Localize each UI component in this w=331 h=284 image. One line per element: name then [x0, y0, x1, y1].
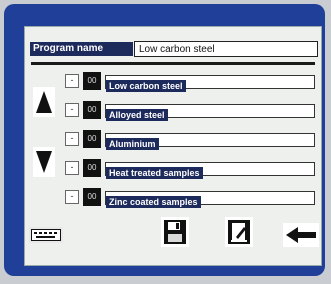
edit-sheet-icon [228, 220, 250, 244]
row-number: 00 [83, 159, 101, 177]
row-label-field[interactable]: Low carbon steel [105, 75, 315, 92]
save-button[interactable] [161, 217, 189, 247]
arrow-up-icon [36, 91, 52, 113]
row-number: 00 [83, 72, 101, 90]
scroll-down-button[interactable] [33, 147, 55, 177]
row-select-box[interactable]: - [65, 161, 79, 175]
row-label-field[interactable]: Aluminium [105, 133, 315, 150]
row-label: Alloyed steel [106, 109, 168, 121]
row-label: Aluminium [106, 138, 159, 150]
program-row[interactable]: - 00 Low carbon steel [65, 71, 317, 93]
program-row[interactable]: - 00 Alloyed steel [65, 100, 317, 122]
program-row[interactable]: - 00 Aluminium [65, 129, 317, 151]
row-number: 00 [83, 101, 101, 119]
program-row[interactable]: - 00 Zinc coated samples [65, 187, 317, 209]
edit-button[interactable] [225, 217, 253, 247]
touch-screen: Program name Low carbon steel - 00 Low c… [24, 26, 322, 266]
program-row[interactable]: - 00 Heat treated samples [65, 158, 317, 180]
row-label: Low carbon steel [106, 80, 186, 92]
back-button[interactable] [283, 223, 319, 247]
arrow-left-icon [286, 227, 316, 243]
row-select-box[interactable]: - [65, 132, 79, 146]
row-select-box[interactable]: - [65, 190, 79, 204]
keyboard-icon [31, 229, 61, 241]
floppy-disk-icon [164, 220, 186, 244]
row-label: Zinc coated samples [106, 196, 201, 208]
row-label-field[interactable]: Zinc coated samples [105, 191, 315, 208]
program-name-field[interactable]: Low carbon steel [134, 41, 318, 57]
row-number: 00 [83, 130, 101, 148]
row-select-box[interactable]: - [65, 74, 79, 88]
row-number: 00 [83, 188, 101, 206]
scroll-up-button[interactable] [33, 87, 55, 117]
keyboard-button[interactable] [29, 227, 63, 243]
device-bezel: Program name Low carbon steel - 00 Low c… [4, 4, 325, 276]
row-label-field[interactable]: Alloyed steel [105, 104, 315, 121]
program-name-label: Program name [30, 42, 133, 56]
divider [31, 62, 315, 65]
row-label-field[interactable]: Heat treated samples [105, 162, 315, 179]
row-select-box[interactable]: - [65, 103, 79, 117]
arrow-down-icon [36, 151, 52, 173]
row-label: Heat treated samples [106, 167, 203, 179]
